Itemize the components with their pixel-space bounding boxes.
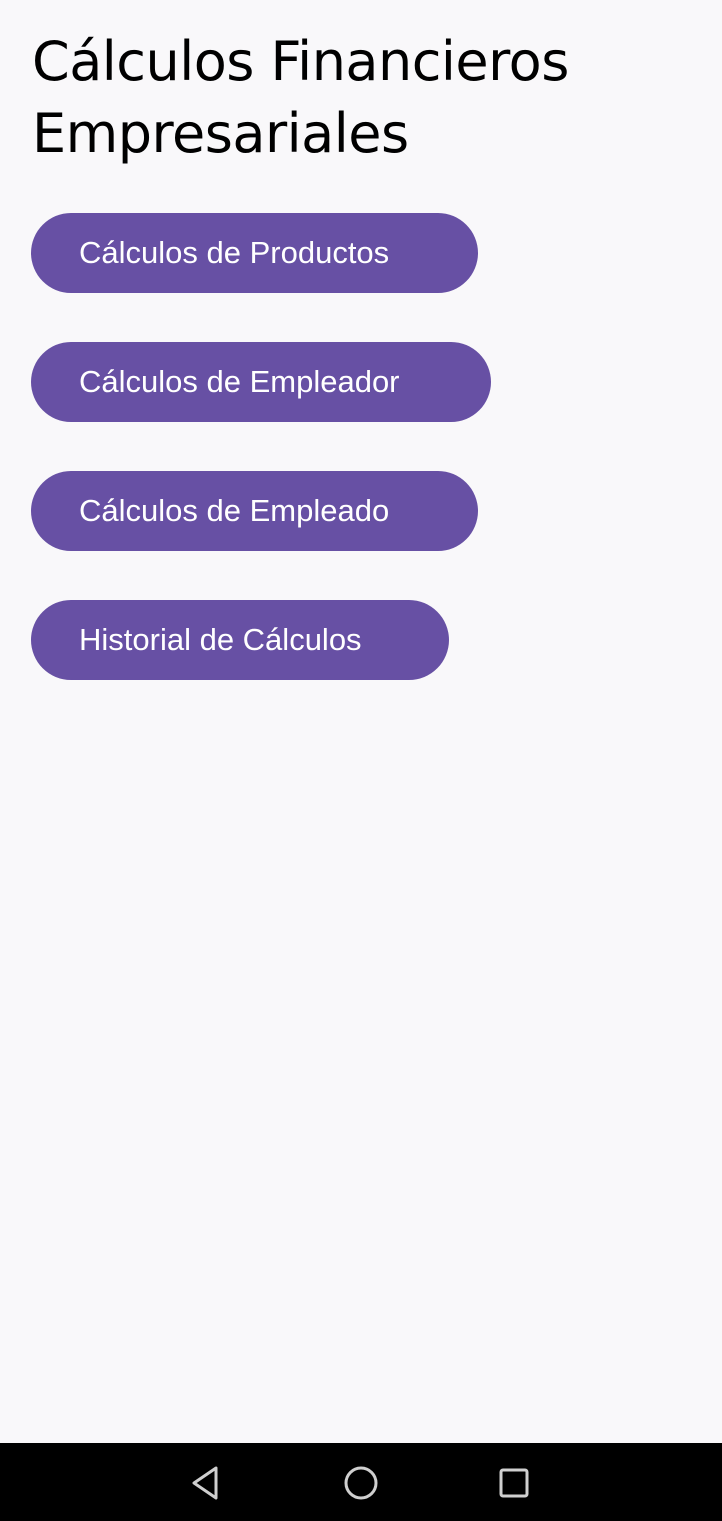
home-circle-icon [344,1466,378,1500]
main-menu: Cálculos de Productos Cálculos de Emplea… [31,213,491,729]
nav-home-button[interactable] [339,1461,383,1505]
back-triangle-icon [192,1466,218,1500]
historial-button[interactable]: Historial de Cálculos [31,600,449,680]
productos-button[interactable]: Cálculos de Productos [31,213,478,293]
empleador-button[interactable]: Cálculos de Empleador [31,342,491,422]
nav-back-button[interactable] [184,1461,228,1505]
app-screen: Cálculos Financieros Empresariales Cálcu… [0,0,722,1521]
nav-recents-button[interactable] [492,1461,536,1505]
recents-square-icon [499,1468,529,1498]
page-title: Cálculos Financieros Empresariales [32,30,569,165]
system-navigation-bar [0,1443,722,1521]
empleado-button[interactable]: Cálculos de Empleado [31,471,478,551]
